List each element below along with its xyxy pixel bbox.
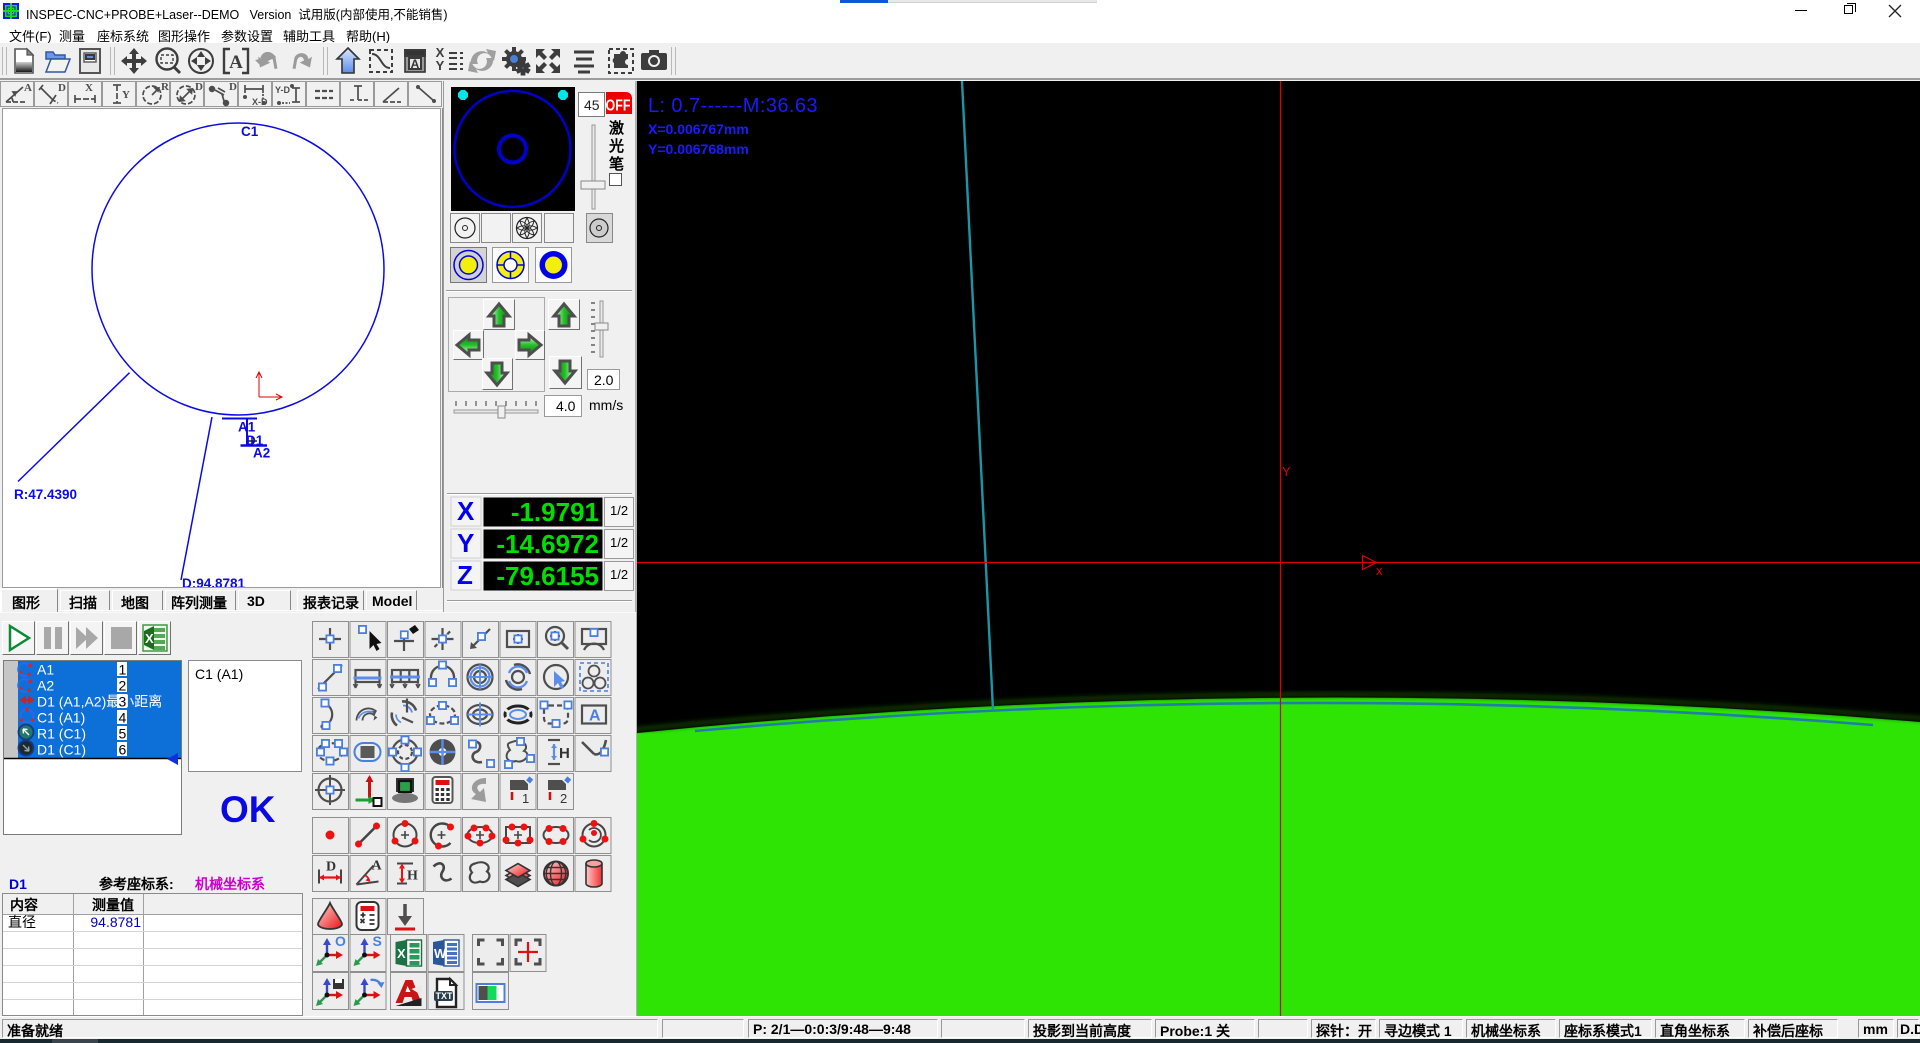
svg-text:Y: Y <box>436 58 445 73</box>
svg-text:W: W <box>434 946 447 961</box>
svg-text:A: A <box>411 57 420 71</box>
svg-text:2: 2 <box>119 678 127 694</box>
svg-text:D1: D1 <box>9 876 27 892</box>
svg-text:1/2: 1/2 <box>610 567 628 582</box>
svg-text:X: X <box>145 631 154 646</box>
svg-text:D:94.8781: D:94.8781 <box>182 576 246 587</box>
svg-text:X=0.006767mm: X=0.006767mm <box>648 121 749 137</box>
svg-text:X-D: X-D <box>252 97 268 107</box>
svg-text:D1 (A1,A2)最小距离: D1 (A1,A2)最小距离 <box>37 694 162 710</box>
svg-text:C1 (A1): C1 (A1) <box>37 710 85 726</box>
svg-text:TXT: TXT <box>436 991 454 1001</box>
svg-text:OK: OK <box>220 789 276 830</box>
svg-text:R:47.4390: R:47.4390 <box>14 487 77 502</box>
svg-text:D: D <box>229 81 237 93</box>
svg-text:参考座标系:: 参考座标系: <box>99 876 174 892</box>
svg-text:5: 5 <box>119 726 127 742</box>
svg-text:A: A <box>372 859 383 874</box>
svg-text:2.0: 2.0 <box>594 372 614 388</box>
svg-text:-14.6972: -14.6972 <box>496 529 599 559</box>
svg-text:1: 1 <box>119 662 127 678</box>
svg-text:A2: A2 <box>253 446 270 461</box>
svg-text:Y-D: Y-D <box>275 85 291 95</box>
svg-text:D: D <box>326 860 336 875</box>
svg-text:R1 (C1): R1 (C1) <box>37 726 86 742</box>
svg-text:mm/s: mm/s <box>589 397 623 413</box>
svg-text:R: R <box>161 81 170 93</box>
svg-text:测量值: 测量值 <box>92 897 134 913</box>
svg-text:x: x <box>1376 563 1383 578</box>
svg-text:Y: Y <box>122 89 130 101</box>
svg-text:94.8781: 94.8781 <box>90 914 141 930</box>
svg-text:4: 4 <box>119 710 127 726</box>
svg-text:Y: Y <box>457 528 474 558</box>
svg-text:内容: 内容 <box>10 897 38 913</box>
svg-text:L: 0.7------M:36.63: L: 0.7------M:36.63 <box>648 95 818 117</box>
svg-text:D: D <box>58 82 66 94</box>
svg-text:1/2: 1/2 <box>610 503 628 518</box>
svg-text:Y: Y <box>1282 464 1291 479</box>
svg-text:3: 3 <box>119 694 127 710</box>
svg-text:2: 2 <box>560 791 567 806</box>
svg-text:C1 (A1): C1 (A1) <box>195 666 243 682</box>
svg-text:C1: C1 <box>241 124 259 139</box>
svg-text:X: X <box>457 496 475 526</box>
svg-text:D: D <box>195 81 203 93</box>
svg-text:直径: 直径 <box>8 914 36 930</box>
svg-text:6: 6 <box>119 742 127 758</box>
svg-text:S: S <box>373 933 382 949</box>
svg-text:1: 1 <box>522 791 529 806</box>
svg-text:H: H <box>407 869 418 884</box>
svg-text:Z: Z <box>457 560 473 590</box>
svg-text:D1 (C1): D1 (C1) <box>37 742 86 758</box>
svg-text:A: A <box>24 82 32 94</box>
svg-text:A1: A1 <box>37 662 54 678</box>
svg-text:X: X <box>397 946 406 961</box>
svg-text:A: A <box>589 708 601 725</box>
svg-text:机械坐标系: 机械坐标系 <box>195 876 265 892</box>
svg-text:-79.6155: -79.6155 <box>496 561 599 591</box>
svg-text:X: X <box>85 82 93 94</box>
svg-text:1/2: 1/2 <box>610 535 628 550</box>
svg-text:H: H <box>559 745 570 762</box>
svg-text:Y=0.006768mm: Y=0.006768mm <box>648 141 749 157</box>
svg-text:A2: A2 <box>37 678 54 694</box>
svg-text:A: A <box>229 52 243 73</box>
svg-text:-1.9791: -1.9791 <box>511 497 599 527</box>
svg-text:O: O <box>335 933 346 949</box>
svg-text:4.0: 4.0 <box>556 398 576 414</box>
